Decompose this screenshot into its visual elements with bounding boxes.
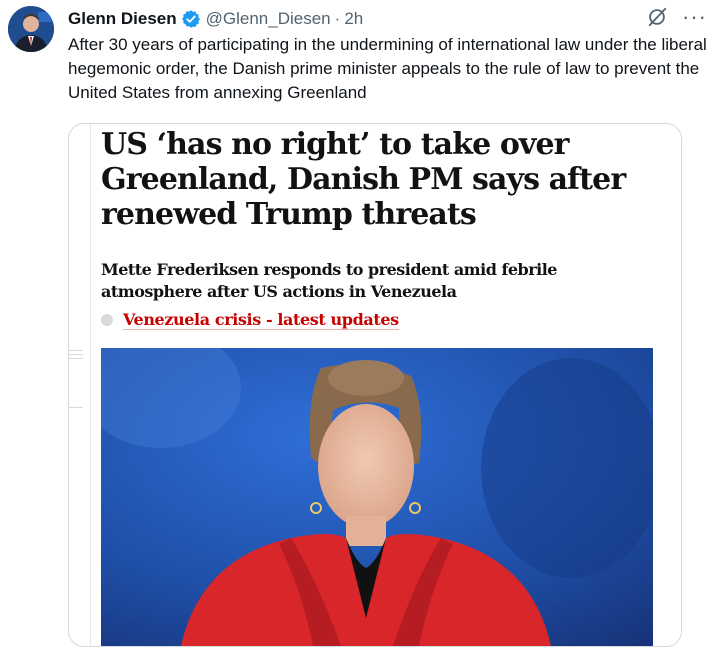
author-handle[interactable]: @Glenn_Diesen — [206, 9, 331, 29]
live-dot-icon — [101, 314, 113, 326]
article-photo — [101, 348, 653, 646]
live-updates-label: Venezuela crisis - latest updates — [123, 310, 399, 330]
article-screenshot: US ‘has no right’ to take over Greenland… — [90, 124, 681, 646]
article-headline: US ‘has no right’ to take over Greenland… — [101, 127, 626, 232]
grok-icon[interactable] — [646, 6, 668, 28]
media-card[interactable]: US ‘has no right’ to take over Greenland… — [68, 123, 682, 647]
tweet-header: Glenn Diesen @Glenn_Diesen · 2h — [68, 7, 363, 31]
avatar[interactable] — [8, 6, 54, 52]
tweet-actions-top: ··· — [646, 6, 707, 28]
tweet-text: After 30 years of participating in the u… — [68, 35, 707, 102]
more-options-icon[interactable]: ··· — [682, 6, 707, 28]
left-margin-marks — [69, 350, 83, 411]
separator-dot: · — [334, 9, 341, 28]
verified-badge-icon — [181, 9, 201, 29]
author-name[interactable]: Glenn Diesen — [68, 9, 177, 29]
timestamp[interactable]: 2h — [344, 9, 363, 29]
live-updates-link[interactable]: Venezuela crisis - latest updates — [101, 310, 399, 330]
article-standfirst: Mette Frederiksen responds to president … — [101, 260, 557, 301]
